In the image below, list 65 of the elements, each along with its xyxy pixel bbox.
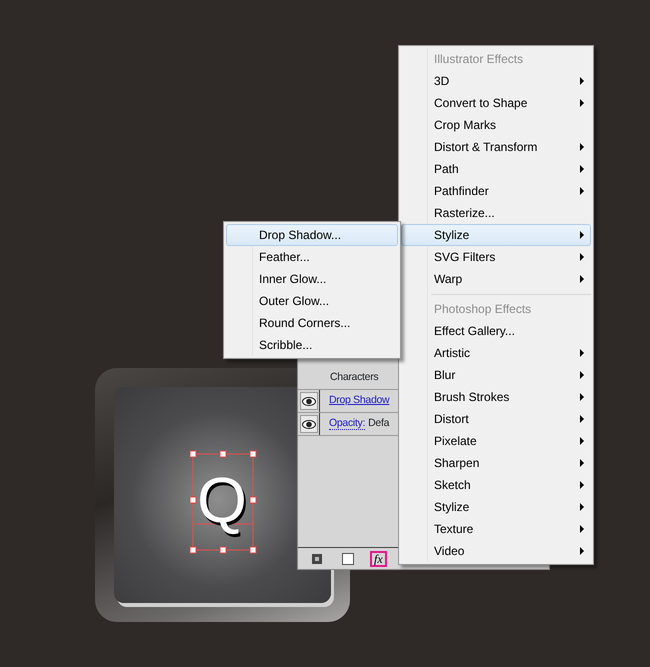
submenu-arrow-icon: [580, 349, 584, 357]
selection-handle[interactable]: [250, 496, 256, 504]
menu-item[interactable]: Convert to Shape: [401, 92, 591, 114]
menu-item[interactable]: Artistic: [401, 342, 591, 364]
submenu-arrow-icon: [580, 525, 584, 533]
square-icon: [342, 552, 354, 564]
menu-item[interactable]: Distort & Transform: [401, 136, 591, 158]
submenu-arrow-icon: [580, 437, 584, 445]
submenu-arrow-icon: [580, 481, 584, 489]
menu-item[interactable]: Stylize: [401, 496, 591, 518]
menu-item[interactable]: Blur: [401, 364, 591, 386]
selection-handle[interactable]: [250, 546, 256, 554]
submenu-arrow-icon: [580, 143, 584, 151]
menu-item[interactable]: Round Corners...: [226, 312, 398, 334]
characters-label: Characters: [330, 370, 378, 386]
visibility-eye-icon[interactable]: [300, 392, 318, 410]
menu-item[interactable]: Stylize: [401, 224, 591, 246]
selection-handle[interactable]: [220, 450, 226, 458]
menu-item[interactable]: Pathfinder: [401, 180, 591, 202]
menu-section-header: Photoshop Effects: [433, 301, 532, 318]
menu-item[interactable]: Sketch: [401, 474, 591, 496]
menu-item[interactable]: Inner Glow...: [226, 268, 398, 290]
selection-handle[interactable]: [250, 450, 256, 458]
menu-item[interactable]: 3D: [401, 70, 591, 92]
opacity-value: Defa: [368, 417, 390, 430]
submenu-arrow-icon: [580, 99, 584, 107]
submenu-arrow-icon: [580, 253, 584, 261]
menu-item[interactable]: Path: [401, 158, 591, 180]
selection-handle[interactable]: [190, 546, 196, 554]
selection-handle[interactable]: [190, 450, 196, 458]
selection-handle[interactable]: [220, 546, 226, 554]
submenu-arrow-icon: [580, 77, 584, 85]
menu-item[interactable]: Rasterize...: [401, 202, 591, 224]
menu-item[interactable]: Pixelate: [401, 430, 591, 452]
menu-item[interactable]: Outer Glow...: [226, 290, 398, 312]
menu-item[interactable]: Brush Strokes: [401, 386, 591, 408]
menu-item[interactable]: Crop Marks: [401, 114, 591, 136]
fx-button[interactable]: fx: [370, 550, 387, 566]
menu-item[interactable]: Texture: [401, 518, 591, 540]
submenu-arrow-icon: [580, 503, 584, 511]
menu-item[interactable]: Warp: [401, 268, 591, 290]
artwork-letter: Q: [197, 464, 248, 538]
opacity-link[interactable]: Opacity:: [329, 417, 366, 430]
submenu-arrow-icon: [580, 547, 584, 555]
drop-shadow-link[interactable]: Drop Shadow: [329, 394, 390, 406]
menu-item[interactable]: Sharpen: [401, 452, 591, 474]
menu-item[interactable]: Scribble...: [226, 334, 398, 356]
submenu-arrow-icon: [580, 231, 584, 239]
clear-icon: [312, 554, 322, 564]
menu-item[interactable]: Distort: [401, 408, 591, 430]
submenu-arrow-icon: [580, 165, 584, 173]
menu-item[interactable]: Effect Gallery...: [401, 320, 591, 342]
menu-section-header: Illustrator Effects: [433, 51, 524, 68]
submenu-arrow-icon: [580, 371, 584, 379]
submenu-arrow-icon: [580, 187, 584, 195]
menu-item[interactable]: Drop Shadow...: [226, 224, 398, 246]
submenu-arrow-icon: [580, 393, 584, 401]
menu-item[interactable]: Video: [401, 540, 591, 562]
visibility-eye-icon[interactable]: [300, 415, 318, 433]
submenu-arrow-icon: [580, 415, 584, 423]
submenu-arrow-icon: [580, 275, 584, 283]
menu-item[interactable]: SVG Filters: [401, 246, 591, 268]
selection-handle[interactable]: [190, 496, 196, 504]
menu-item[interactable]: Feather...: [226, 246, 398, 268]
submenu-arrow-icon: [580, 459, 584, 467]
